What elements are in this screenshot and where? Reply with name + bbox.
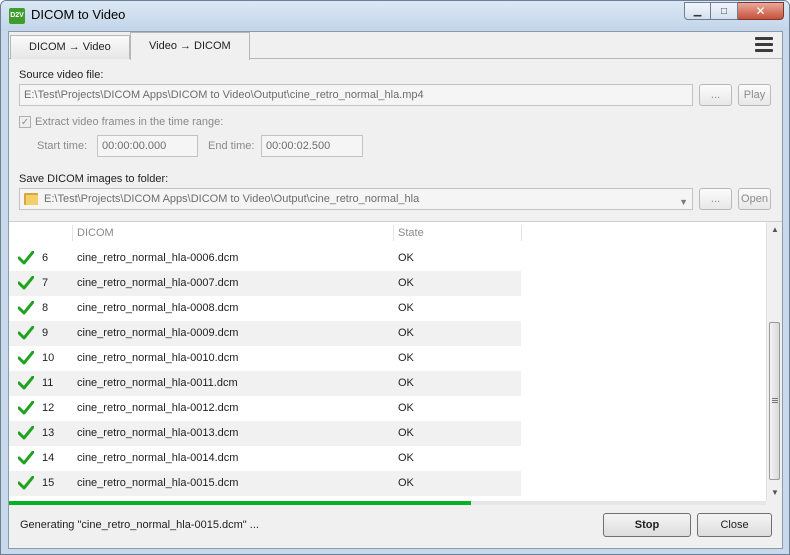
- row-number: 10: [42, 352, 55, 364]
- table-row[interactable]: 12 cine_retro_normal_hla-0012.dcm OK: [9, 396, 521, 421]
- row-number: 6: [42, 252, 49, 264]
- row-dicom-file: cine_retro_normal_hla-0009.dcm: [77, 327, 239, 339]
- open-folder-button[interactable]: Open: [738, 188, 771, 210]
- minimize-button[interactable]: ▁: [684, 2, 711, 20]
- scroll-up-icon[interactable]: ▲: [767, 222, 782, 238]
- checkmark-icon: [18, 401, 34, 415]
- row-state: OK: [398, 277, 414, 289]
- status-text: Generating "cine_retro_normal_hla-0015.d…: [20, 519, 259, 531]
- source-browse-button[interactable]: ...: [699, 84, 732, 106]
- checkmark-icon: [18, 451, 34, 465]
- table-row[interactable]: 15 cine_retro_normal_hla-0015.dcm OK: [9, 471, 521, 496]
- save-browse-button[interactable]: ...: [699, 188, 732, 210]
- folder-icon: [24, 192, 38, 205]
- start-time-field[interactable]: 00:00:00.000: [97, 135, 198, 157]
- row-number: 12: [42, 402, 55, 414]
- table-row[interactable]: 13 cine_retro_normal_hla-0013.dcm OK: [9, 421, 521, 446]
- row-dicom-file: cine_retro_normal_hla-0012.dcm: [77, 402, 239, 414]
- close-window-button[interactable]: ✕: [738, 2, 784, 20]
- row-number: 13: [42, 427, 55, 439]
- row-dicom-file: cine_retro_normal_hla-0013.dcm: [77, 427, 239, 439]
- progress-bar: [9, 501, 766, 505]
- row-dicom-file: cine_retro_normal_hla-0015.dcm: [77, 477, 239, 489]
- window-title: DICOM to Video: [31, 7, 126, 22]
- scroll-down-icon[interactable]: ▼: [767, 485, 782, 501]
- save-folder-combo[interactable]: E:\Test\Projects\DICOM Apps\DICOM to Vid…: [19, 188, 693, 210]
- row-state: OK: [398, 377, 414, 389]
- time-range-checkbox[interactable]: ✓: [19, 116, 31, 128]
- row-state: OK: [398, 352, 414, 364]
- table-row[interactable]: 14 cine_retro_normal_hla-0014.dcm OK: [9, 446, 521, 471]
- row-state: OK: [398, 452, 414, 464]
- row-number: 7: [42, 277, 49, 289]
- table-row[interactable]: 10 cine_retro_normal_hla-0010.dcm OK: [9, 346, 521, 371]
- row-number: 9: [42, 327, 49, 339]
- checkmark-icon: [18, 351, 34, 365]
- save-folder-path: E:\Test\Projects\DICOM Apps\DICOM to Vid…: [44, 193, 420, 205]
- table-row[interactable]: 7 cine_retro_normal_hla-0007.dcm OK: [9, 271, 521, 296]
- client-area: DICOM → Video Video → DICOM Source video…: [8, 31, 783, 549]
- source-video-path-field[interactable]: E:\Test\Projects\DICOM Apps\DICOM to Vid…: [19, 84, 693, 106]
- row-state: OK: [398, 302, 414, 314]
- title-bar[interactable]: D2V DICOM to Video ▁ □ ✕: [1, 1, 789, 31]
- minimize-icon: ▁: [693, 5, 702, 17]
- row-number: 15: [42, 477, 55, 489]
- checkmark-icon: [18, 301, 34, 315]
- table-row[interactable]: 11 cine_retro_normal_hla-0011.dcm OK: [9, 371, 521, 396]
- row-dicom-file: cine_retro_normal_hla-0014.dcm: [77, 452, 239, 464]
- time-range-checkbox-label: Extract video frames in the time range:: [35, 116, 224, 128]
- checkmark-icon: [18, 251, 34, 265]
- app-icon: D2V: [9, 8, 25, 24]
- row-number: 11: [42, 377, 54, 389]
- table-header: DICOM State: [9, 222, 766, 246]
- maximize-icon: □: [720, 5, 728, 17]
- checkmark-icon: ✓: [20, 117, 30, 128]
- checkmark-icon: [18, 426, 34, 440]
- row-dicom-file: cine_retro_normal_hla-0007.dcm: [77, 277, 239, 289]
- tab-video-to-dicom[interactable]: Video → DICOM: [130, 32, 250, 60]
- progress-fill: [9, 501, 471, 505]
- column-header-dicom[interactable]: DICOM: [77, 227, 114, 239]
- scroll-thumb[interactable]: [769, 322, 780, 480]
- row-dicom-file: cine_retro_normal_hla-0011.dcm: [77, 377, 238, 389]
- row-dicom-file: cine_retro_normal_hla-0010.dcm: [77, 352, 239, 364]
- caption-buttons: ▁ □ ✕: [684, 2, 784, 20]
- dicom-table: DICOM State 6 cine_retro_normal_hla-0006.…: [9, 221, 782, 501]
- tab-dicom-to-video[interactable]: DICOM → Video: [10, 35, 130, 59]
- maximize-button[interactable]: □: [711, 2, 738, 20]
- checkmark-icon: [18, 326, 34, 340]
- row-number: 8: [42, 302, 49, 314]
- row-state: OK: [398, 252, 414, 264]
- tab-bar: DICOM → Video Video → DICOM: [9, 32, 782, 60]
- source-video-label: Source video file:: [19, 69, 104, 81]
- hamburger-menu-icon[interactable]: [755, 37, 773, 52]
- row-dicom-file: cine_retro_normal_hla-0006.dcm: [77, 252, 239, 264]
- stop-button[interactable]: Stop: [603, 513, 691, 537]
- row-number: 14: [42, 452, 55, 464]
- row-dicom-file: cine_retro_normal_hla-0008.dcm: [77, 302, 239, 314]
- row-state: OK: [398, 402, 414, 414]
- app-window: D2V DICOM to Video ▁ □ ✕ DICOM → Video V…: [0, 0, 790, 555]
- table-row[interactable]: 6 cine_retro_normal_hla-0006.dcm OK: [9, 246, 521, 271]
- start-time-label: Start time:: [37, 140, 88, 152]
- end-time-field[interactable]: 00:00:02.500: [261, 135, 363, 157]
- checkmark-icon: [18, 376, 34, 390]
- row-state: OK: [398, 477, 414, 489]
- chevron-down-icon[interactable]: ▼: [679, 192, 688, 209]
- row-state: OK: [398, 327, 414, 339]
- table-row[interactable]: 9 cine_retro_normal_hla-0009.dcm OK: [9, 321, 521, 346]
- save-folder-label: Save DICOM images to folder:: [19, 173, 169, 185]
- checkmark-icon: [18, 276, 34, 290]
- play-button[interactable]: Play: [738, 84, 771, 106]
- row-state: OK: [398, 427, 414, 439]
- table-row[interactable]: 8 cine_retro_normal_hla-0008.dcm OK: [9, 296, 521, 321]
- close-icon: ✕: [755, 4, 766, 18]
- close-button[interactable]: Close: [697, 513, 772, 537]
- vertical-scrollbar[interactable]: ▲ ▼: [766, 222, 782, 501]
- end-time-label: End time:: [208, 140, 255, 152]
- column-header-state[interactable]: State: [398, 227, 424, 239]
- checkmark-icon: [18, 476, 34, 490]
